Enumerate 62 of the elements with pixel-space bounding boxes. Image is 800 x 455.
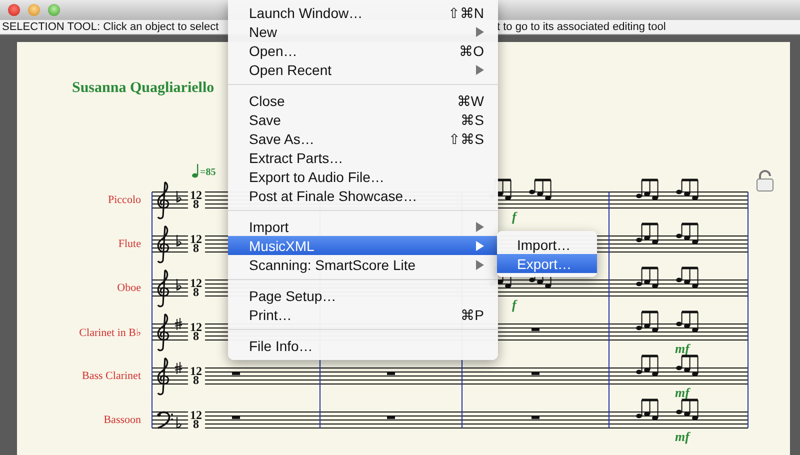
flat-icon (176, 190, 182, 202)
flat-icon (176, 416, 182, 428)
status-text: t to go to its associated editing tool (497, 21, 666, 33)
status-text: SELECTION TOOL: Click an object to select (2, 21, 219, 33)
instrument-name: Bassoon (104, 414, 141, 426)
menu-item[interactable]: Save ⌘S (228, 110, 498, 129)
menu-item[interactable]: New (228, 22, 498, 41)
instrument-name: Oboe (117, 282, 141, 294)
rest-icon (232, 372, 240, 375)
notes-drawing (636, 266, 698, 288)
flat-icon (176, 234, 182, 246)
menu-item[interactable]: Import… (497, 235, 597, 254)
sharp-icon (174, 362, 182, 374)
instrument-name: Clarinet in B♭ (79, 326, 141, 338)
dynamic-marking: mf (675, 341, 690, 356)
menu-item[interactable]: Export… (497, 254, 597, 273)
menu-item[interactable]: Post at Finale Showcase… (228, 186, 498, 205)
notes-drawing (636, 178, 698, 200)
flat-icon (176, 278, 182, 290)
composer-name: Susanna Quagliariello (72, 80, 216, 98)
rest-icon (232, 416, 240, 419)
treble-clef-icon (157, 225, 170, 264)
lock-icon[interactable] (756, 170, 774, 192)
menu-item[interactable]: Scanning: SmartScore Lite (228, 255, 498, 274)
rest-icon (387, 372, 395, 375)
zoom-button[interactable] (48, 4, 60, 16)
treble-clef-icon (157, 313, 170, 352)
treble-clef-icon (157, 357, 170, 396)
treble-clef-icon (157, 181, 170, 220)
dynamic-marking: mf (675, 385, 690, 400)
dynamic-marking: f (512, 297, 516, 312)
notes-drawing (636, 222, 698, 244)
menu-item[interactable]: Save As… ⇧⌘S (228, 129, 498, 148)
menu-item[interactable]: Open Recent (228, 60, 498, 79)
tempo-marking: =85 (200, 167, 216, 178)
notes-drawing (636, 354, 698, 376)
rest-icon (532, 372, 540, 375)
menu-item[interactable]: Extract Parts… (228, 148, 498, 167)
menu-item[interactable]: Launch Window… ⇧⌘N (228, 3, 498, 22)
quarter-note-icon (192, 164, 199, 178)
menu-item[interactable]: File Info… (228, 336, 498, 355)
notes-drawing (636, 310, 698, 332)
rest-icon (387, 416, 395, 419)
menu-item[interactable]: Import (228, 217, 498, 236)
rest-icon (532, 416, 540, 419)
menu-item[interactable]: Export to Audio File… (228, 167, 498, 186)
bass-clef-icon (157, 411, 173, 429)
menu-item[interactable]: Print… ⌘P (228, 305, 498, 324)
close-button[interactable] (8, 4, 20, 16)
menu-item[interactable]: Open… ⌘O (228, 41, 498, 60)
instrument-name: Bass Clarinet (82, 370, 141, 382)
treble-clef-icon (157, 269, 170, 308)
menu-item[interactable]: MusicXML (228, 236, 498, 255)
rest-icon (532, 328, 540, 331)
menu-item[interactable]: Close ⌘W (228, 91, 498, 110)
instrument-name: Flute (118, 238, 141, 250)
menu-item[interactable]: Page Setup… (228, 286, 498, 305)
dynamic-marking: mf (675, 429, 690, 444)
instrument-name: Piccolo (108, 194, 141, 206)
dynamic-marking: f (512, 209, 516, 224)
sharp-icon (174, 318, 182, 330)
notes-drawing (636, 398, 698, 420)
